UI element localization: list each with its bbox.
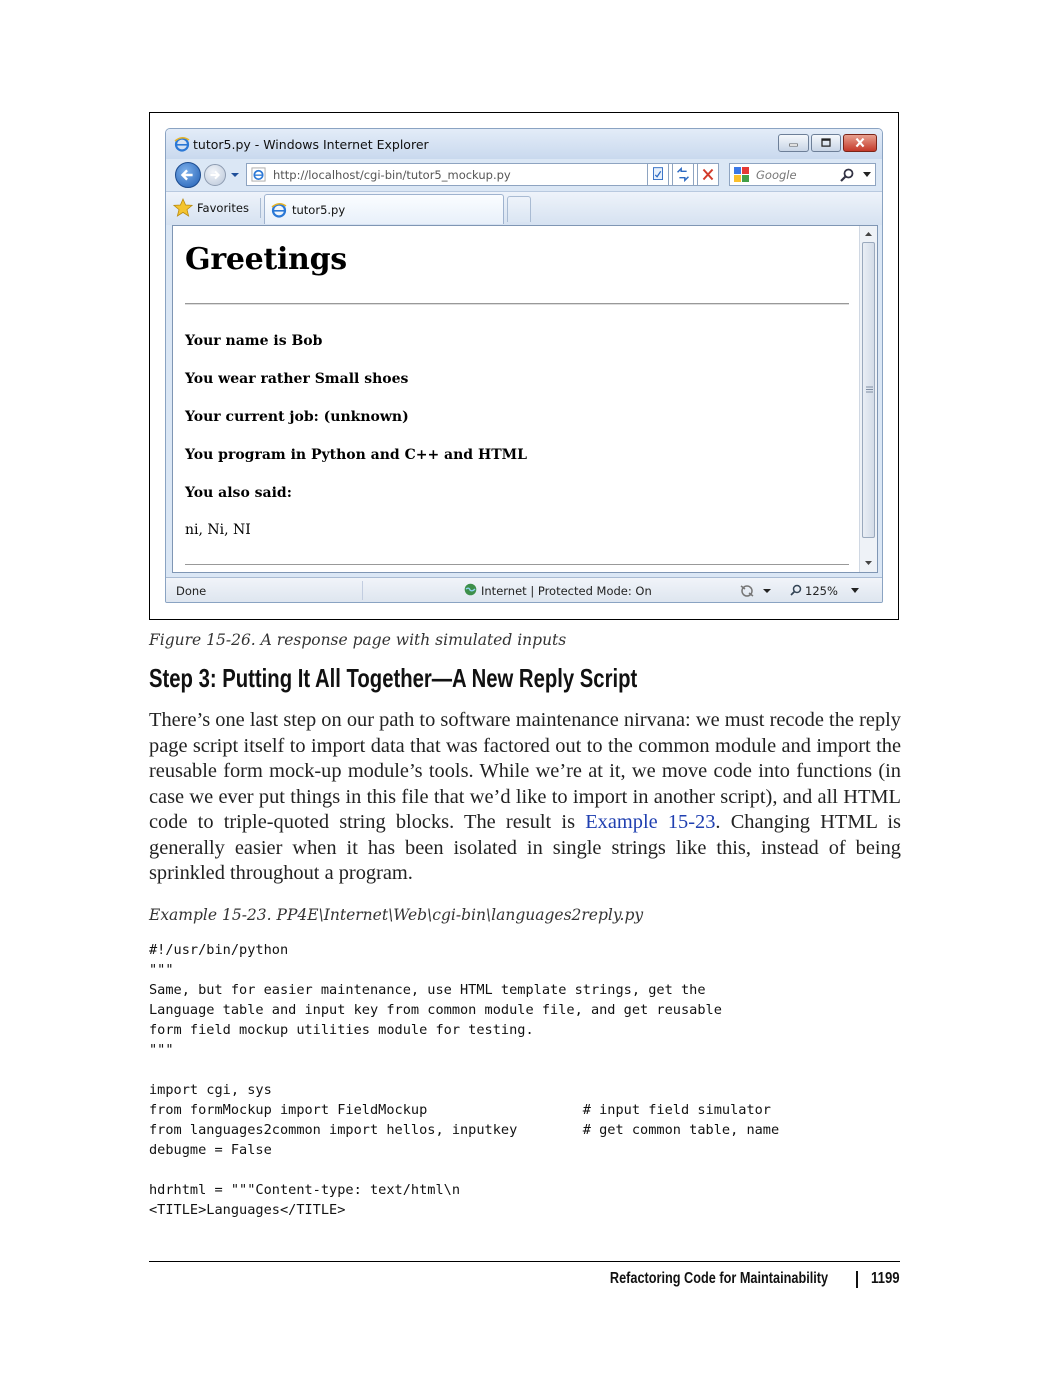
forward-arrow-icon bbox=[210, 170, 221, 180]
comment-label: You also said: bbox=[185, 485, 292, 501]
back-button[interactable] bbox=[175, 162, 201, 188]
address-row: http://localhost/cgi-bin/tutor5_mockup.p… bbox=[166, 159, 882, 191]
favorites-button[interactable]: Favorites bbox=[173, 197, 259, 219]
stop-button[interactable] bbox=[697, 163, 719, 186]
vertical-scrollbar[interactable] bbox=[859, 226, 877, 572]
page-heading: Greetings bbox=[185, 242, 347, 277]
job-line: Your current job: (unknown) bbox=[185, 409, 409, 425]
footer-divider bbox=[856, 1271, 858, 1288]
address-url: http://localhost/cgi-bin/tutor5_mockup.p… bbox=[273, 168, 511, 182]
recent-pages-dropdown-icon[interactable] bbox=[230, 171, 240, 179]
scrollbar-thumb[interactable] bbox=[862, 242, 875, 538]
window-title: tutor5.py - Windows Internet Explorer bbox=[193, 137, 429, 152]
globe-icon bbox=[464, 583, 477, 596]
search-placeholder: Google bbox=[756, 168, 797, 182]
section-heading: Step 3: Putting It All Together—A New Re… bbox=[149, 663, 638, 693]
name-line: Your name is Bob bbox=[185, 333, 323, 349]
forward-button[interactable] bbox=[204, 164, 226, 186]
compatibility-view-icon bbox=[653, 167, 663, 180]
search-icon[interactable] bbox=[839, 167, 855, 183]
close-icon bbox=[855, 137, 865, 148]
figure-caption: Figure 15-26. A response page with simul… bbox=[149, 631, 567, 649]
google-icon bbox=[734, 167, 749, 182]
new-tab-button[interactable] bbox=[507, 196, 531, 222]
title-bar: tutor5.py - Windows Internet Explorer bbox=[166, 129, 882, 159]
zoom-dropdown-icon bbox=[851, 588, 859, 593]
refresh-icon bbox=[677, 166, 689, 183]
page-viewport: Greetings Your name is Bob You wear rath… bbox=[172, 225, 878, 573]
favorites-separator bbox=[260, 198, 261, 218]
ie-logo-icon bbox=[174, 137, 190, 152]
zoom-level: 125% bbox=[805, 584, 838, 598]
star-icon bbox=[173, 198, 193, 217]
stop-icon bbox=[702, 168, 714, 181]
zoom-icon bbox=[790, 584, 802, 596]
refresh-button[interactable] bbox=[672, 163, 694, 186]
horizontal-rule-bottom bbox=[185, 564, 849, 565]
status-cells bbox=[362, 581, 459, 600]
minimize-icon bbox=[789, 143, 798, 147]
minimize-button[interactable] bbox=[778, 134, 809, 152]
ie-tab-icon bbox=[271, 203, 287, 218]
page-number: 1199 bbox=[871, 1270, 900, 1287]
figure-frame: tutor5.py - Windows Internet Explorer ht… bbox=[149, 112, 899, 620]
browser-window: tutor5.py - Windows Internet Explorer ht… bbox=[165, 128, 883, 603]
running-title: Refactoring Code for Maintainability bbox=[609, 1270, 828, 1287]
back-arrow-icon bbox=[180, 169, 193, 181]
favorites-bar: Favorites tutor5.py bbox=[166, 191, 882, 225]
language-line: You program in Python and C++ and HTML bbox=[185, 447, 527, 463]
zoom-control[interactable]: 125% bbox=[790, 582, 870, 599]
favorites-label: Favorites bbox=[197, 201, 249, 215]
search-box[interactable]: Google bbox=[729, 163, 876, 186]
maximize-icon bbox=[821, 138, 831, 147]
status-text: Done bbox=[176, 584, 207, 598]
address-bar[interactable]: http://localhost/cgi-bin/tutor5_mockup.p… bbox=[246, 163, 713, 186]
close-button[interactable] bbox=[843, 134, 877, 152]
scroll-grip-icon bbox=[866, 386, 873, 393]
footer-rule bbox=[149, 1261, 900, 1262]
tab-label: tutor5.py bbox=[292, 203, 346, 217]
code-listing: #!/usr/bin/python """ Same, but for easi… bbox=[149, 942, 780, 1218]
compatibility-view-button[interactable] bbox=[647, 163, 669, 186]
page-content: Greetings Your name is Bob You wear rath… bbox=[173, 226, 859, 572]
example-caption: Example 15-23. PP4E\Internet\Web\cgi-bin… bbox=[149, 906, 644, 924]
scroll-down-arrow-icon[interactable] bbox=[862, 557, 875, 569]
protection-settings-icon[interactable] bbox=[738, 582, 782, 599]
search-options-dropdown-icon[interactable] bbox=[863, 172, 871, 178]
ie-page-icon bbox=[251, 167, 266, 182]
comment-text: ni, Ni, NI bbox=[185, 522, 251, 538]
tab-tutor5[interactable]: tutor5.py bbox=[264, 194, 504, 224]
maximize-button[interactable] bbox=[811, 134, 841, 152]
example-link[interactable]: Example 15-23 bbox=[585, 811, 715, 833]
security-zone-label: Internet | Protected Mode: On bbox=[481, 584, 652, 598]
scroll-up-arrow-icon[interactable] bbox=[862, 228, 875, 240]
page-footer: Refactoring Code for Maintainability 119… bbox=[149, 1270, 900, 1292]
body-paragraph: There’s one last step on our path to sof… bbox=[149, 708, 901, 887]
status-bar: Done Internet | Protected Mode: On 125% bbox=[166, 577, 882, 602]
shoes-line: You wear rather Small shoes bbox=[185, 371, 409, 387]
horizontal-rule-top bbox=[185, 303, 849, 305]
